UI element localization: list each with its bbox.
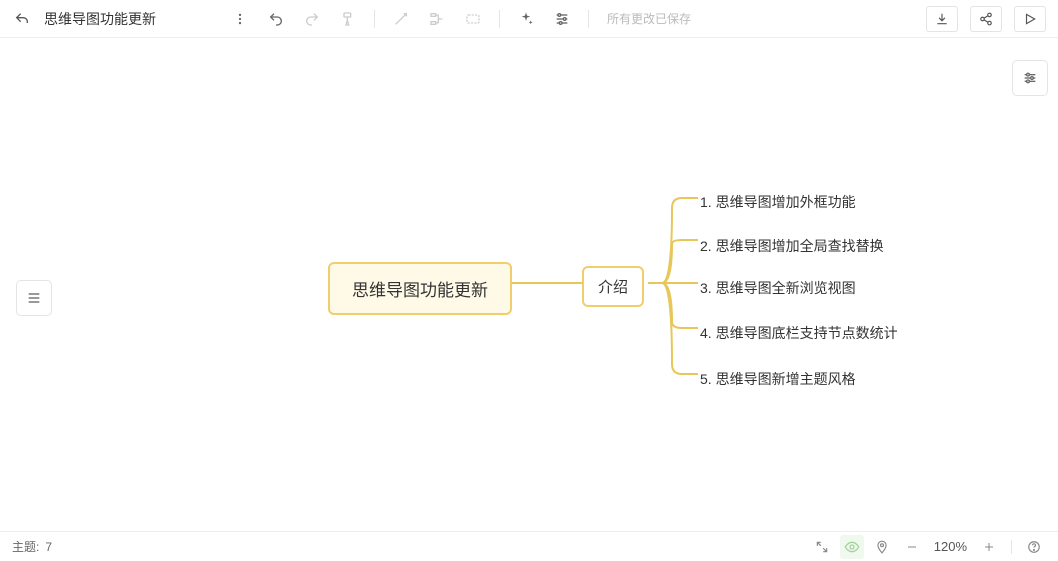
zoom-in-button[interactable]	[977, 535, 1001, 559]
insert-boundary-icon[interactable]	[459, 5, 487, 33]
status-bar: 主题: 7 120%	[0, 531, 1058, 561]
topic-count-label: 主题:	[12, 538, 39, 555]
insert-relation-icon[interactable]	[387, 5, 415, 33]
mindmap-leaf-node[interactable]: 3. 思维导图全新浏览视图	[694, 274, 862, 302]
redo-icon[interactable]	[298, 5, 326, 33]
format-painter-icon[interactable]	[334, 5, 362, 33]
mindmap-child-node[interactable]: 介绍	[582, 266, 644, 307]
ai-sparkle-icon[interactable]	[512, 5, 540, 33]
fit-screen-icon[interactable]	[810, 535, 834, 559]
present-button[interactable]	[1014, 6, 1046, 32]
zoom-out-button[interactable]	[900, 535, 924, 559]
back-icon[interactable]	[12, 9, 32, 29]
top-toolbar: 所有更改已保存	[0, 0, 1058, 38]
mindmap-leaf-node[interactable]: 5. 思维导图新增主题风格	[694, 365, 862, 393]
style-sliders-icon[interactable]	[548, 5, 576, 33]
share-button[interactable]	[970, 6, 1002, 32]
mindmap-canvas[interactable]: 思维导图功能更新 介绍 1. 思维导图增加外框功能 2. 思维导图增加全局查找替…	[0, 38, 1058, 531]
mindmap-leaf-node[interactable]: 1. 思维导图增加外框功能	[694, 188, 862, 216]
help-icon[interactable]	[1022, 535, 1046, 559]
outline-toggle-button[interactable]	[16, 280, 52, 316]
read-mode-icon[interactable]	[840, 535, 864, 559]
download-button[interactable]	[926, 6, 958, 32]
mindmap-leaf-node[interactable]: 4. 思维导图底栏支持节点数统计	[694, 319, 904, 347]
more-menu-icon[interactable]	[226, 5, 254, 33]
topic-count-value: 7	[45, 540, 52, 554]
locate-center-icon[interactable]	[870, 535, 894, 559]
insert-summary-icon[interactable]	[423, 5, 451, 33]
document-title-input[interactable]	[40, 9, 180, 29]
mindmap-leaf-node[interactable]: 2. 思维导图增加全局查找替换	[694, 232, 890, 260]
panel-settings-button[interactable]	[1012, 60, 1048, 96]
save-status-text: 所有更改已保存	[607, 10, 691, 27]
undo-icon[interactable]	[262, 5, 290, 33]
mindmap-root-node[interactable]: 思维导图功能更新	[328, 262, 512, 315]
zoom-level-text: 120%	[930, 539, 971, 554]
